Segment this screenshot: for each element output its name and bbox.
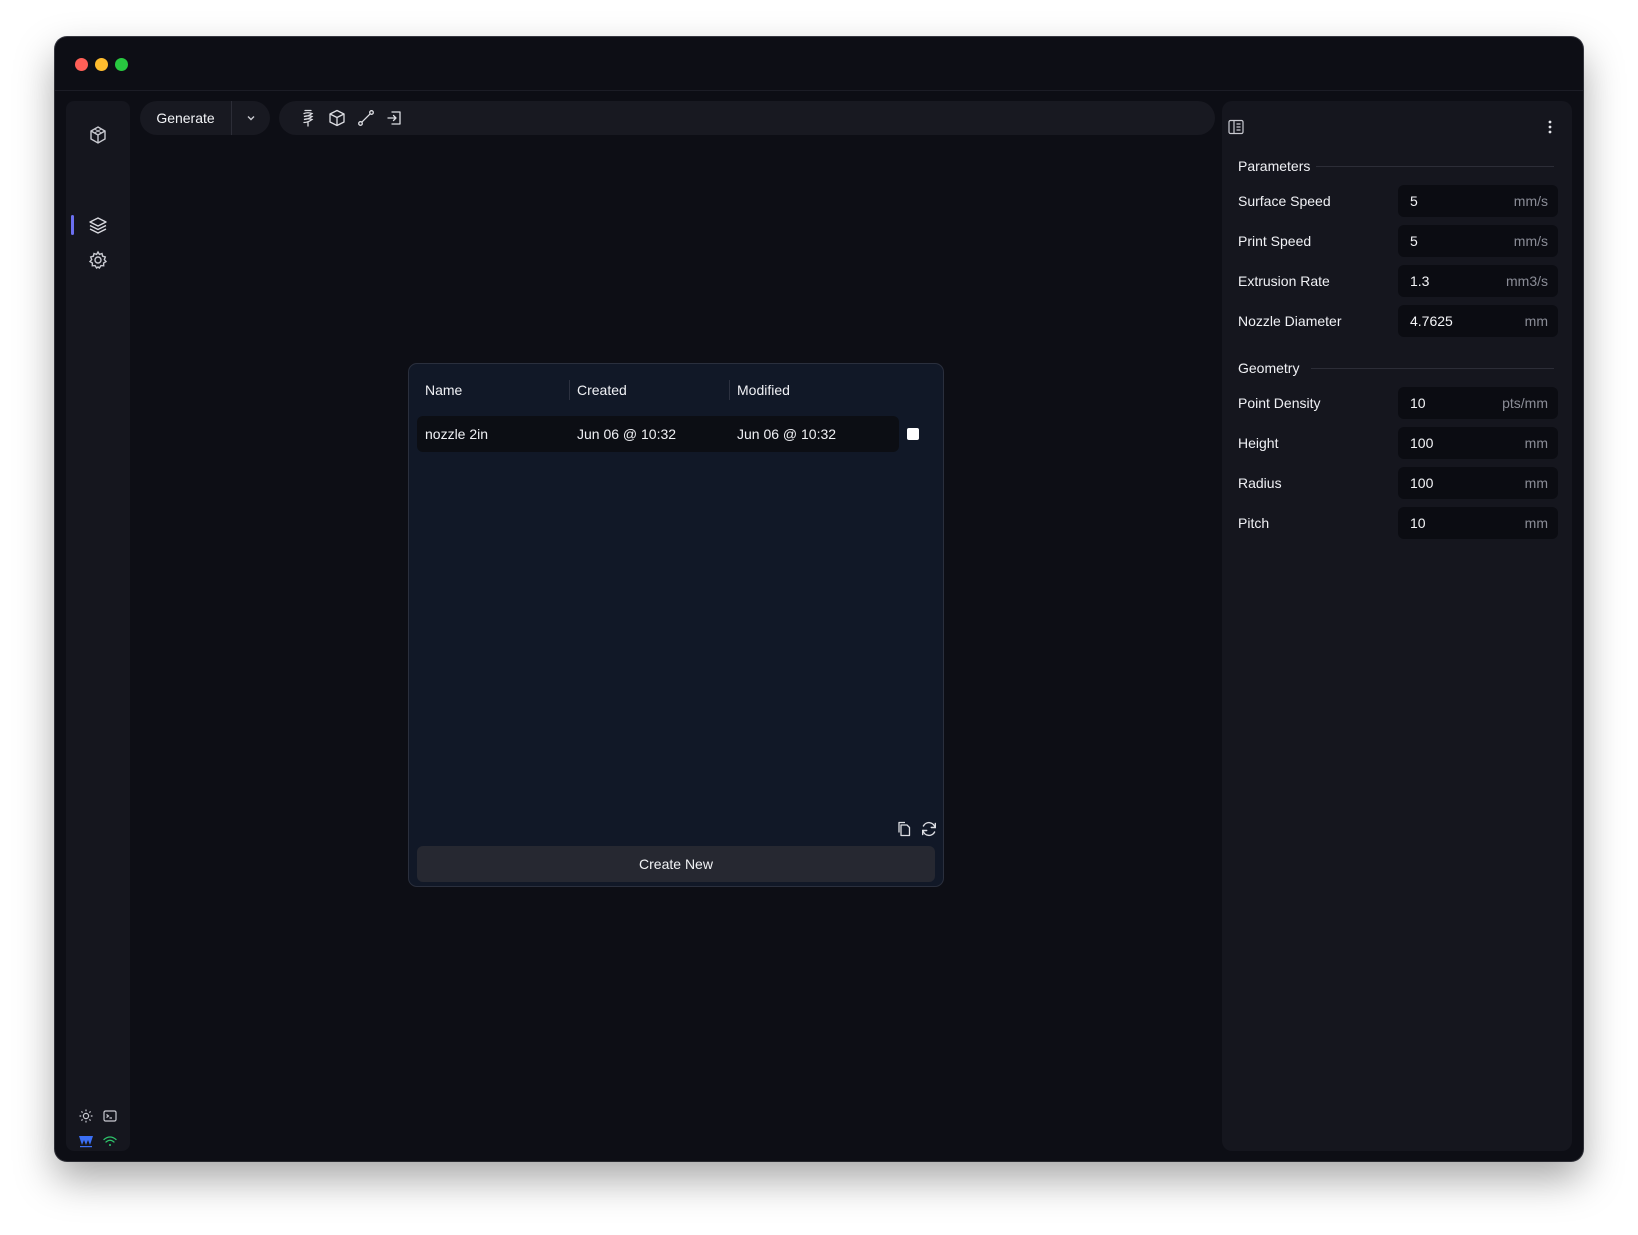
height-input[interactable]: 100 mm (1398, 427, 1558, 459)
print-speed-input[interactable]: 5 mm/s (1398, 225, 1558, 257)
param-value: 100 (1410, 435, 1434, 451)
param-row-surface-speed: Surface Speed 5 mm/s (1238, 185, 1558, 217)
sidebar-active-indicator (71, 215, 74, 235)
param-unit: mm (1524, 515, 1548, 531)
param-row-pitch: Pitch 10 mm (1238, 507, 1558, 539)
left-sidebar (66, 101, 130, 1151)
file-created-cell: Jun 06 @ 10:32 (577, 426, 677, 442)
properties-panel: Parameters Surface Speed 5 mm/s Print Sp… (1222, 101, 1572, 1151)
section-title-parameters: Parameters (1238, 158, 1311, 174)
column-header-name[interactable]: Name (425, 378, 462, 402)
sun-icon[interactable] (77, 1107, 95, 1125)
spring-icon[interactable] (298, 108, 318, 128)
file-name-cell: nozzle 2in (425, 426, 489, 442)
extrusion-rate-input[interactable]: 1.3 mm3/s (1398, 265, 1558, 297)
param-unit: mm (1524, 313, 1548, 329)
param-row-extrusion-rate: Extrusion Rate 1.3 mm3/s (1238, 265, 1558, 297)
terminal-icon[interactable] (101, 1107, 119, 1125)
param-row-radius: Radius 100 mm (1238, 467, 1558, 499)
param-label: Print Speed (1238, 233, 1312, 249)
column-header-modified[interactable]: Modified (737, 378, 790, 402)
app-window: Generate Name Created Modified nozzle 2i… (55, 37, 1583, 1161)
files-dialog: Name Created Modified nozzle 2in Jun 06 … (408, 363, 944, 887)
maximize-window-button[interactable] (115, 58, 128, 71)
row-select-checkbox[interactable] (907, 428, 919, 440)
export-icon[interactable] (384, 108, 404, 128)
minimize-window-button[interactable] (95, 58, 108, 71)
file-modified-cell: Jun 06 @ 10:32 (737, 426, 837, 442)
generate-button[interactable]: Generate (140, 101, 232, 135)
generate-split-button: Generate (140, 101, 270, 135)
param-label: Point Density (1238, 395, 1321, 411)
table-row[interactable]: nozzle 2in Jun 06 @ 10:32 Jun 06 @ 10:32 (417, 416, 899, 452)
param-value: 10 (1410, 395, 1426, 411)
param-row-height: Height 100 mm (1238, 427, 1558, 459)
line-tool-icon[interactable] (356, 108, 376, 128)
column-separator (569, 380, 570, 400)
param-label: Height (1238, 435, 1279, 451)
param-value: 4.7625 (1410, 313, 1453, 329)
point-density-input[interactable]: 10 pts/mm (1398, 387, 1558, 419)
param-row-print-speed: Print Speed 5 mm/s (1238, 225, 1558, 257)
param-row-nozzle-diameter: Nozzle Diameter 4.7625 mm (1238, 305, 1558, 337)
cube-outline-icon[interactable] (86, 123, 110, 147)
param-unit: mm (1524, 475, 1548, 491)
layers-icon[interactable] (86, 213, 110, 237)
param-unit: mm/s (1513, 233, 1548, 249)
refresh-icon[interactable] (919, 819, 939, 839)
column-header-created[interactable]: Created (577, 378, 627, 402)
copy-icon[interactable] (894, 819, 914, 839)
files-table-header: Name Created Modified (417, 378, 897, 402)
surface-speed-input[interactable]: 5 mm/s (1398, 185, 1558, 217)
title-bar (55, 37, 1583, 91)
panel-toggle-icon[interactable] (1226, 117, 1246, 137)
more-options-icon[interactable] (1540, 117, 1560, 137)
pitch-input[interactable]: 10 mm (1398, 507, 1558, 539)
section-divider (1311, 368, 1554, 369)
param-label: Extrusion Rate (1238, 273, 1330, 289)
nozzle-diameter-input[interactable]: 4.7625 mm (1398, 305, 1558, 337)
generate-dropdown-button[interactable] (232, 101, 270, 135)
param-label: Surface Speed (1238, 193, 1331, 209)
param-label: Pitch (1238, 515, 1270, 531)
section-title-geometry: Geometry (1238, 360, 1300, 376)
param-value: 100 (1410, 475, 1434, 491)
settings-icon[interactable] (86, 248, 110, 272)
param-unit: mm/s (1513, 193, 1548, 209)
param-label: Radius (1238, 475, 1282, 491)
cube-icon[interactable] (327, 108, 347, 128)
param-unit: pts/mm (1502, 395, 1548, 411)
param-label: Nozzle Diameter (1238, 313, 1342, 329)
wifi-icon (101, 1132, 119, 1150)
param-row-point-density: Point Density 10 pts/mm (1238, 387, 1558, 419)
close-window-button[interactable] (75, 58, 88, 71)
param-value: 1.3 (1410, 273, 1430, 289)
radius-input[interactable]: 100 mm (1398, 467, 1558, 499)
section-divider (1316, 166, 1554, 167)
tool-bar (279, 101, 1215, 135)
param-value: 10 (1410, 515, 1426, 531)
param-unit: mm3/s (1506, 273, 1548, 289)
column-separator (729, 380, 730, 400)
create-new-button[interactable]: Create New (417, 846, 935, 882)
param-unit: mm (1524, 435, 1548, 451)
chevron-down-icon (247, 116, 255, 121)
param-value: 5 (1410, 233, 1418, 249)
logo-icon (77, 1132, 95, 1150)
param-value: 5 (1410, 193, 1418, 209)
